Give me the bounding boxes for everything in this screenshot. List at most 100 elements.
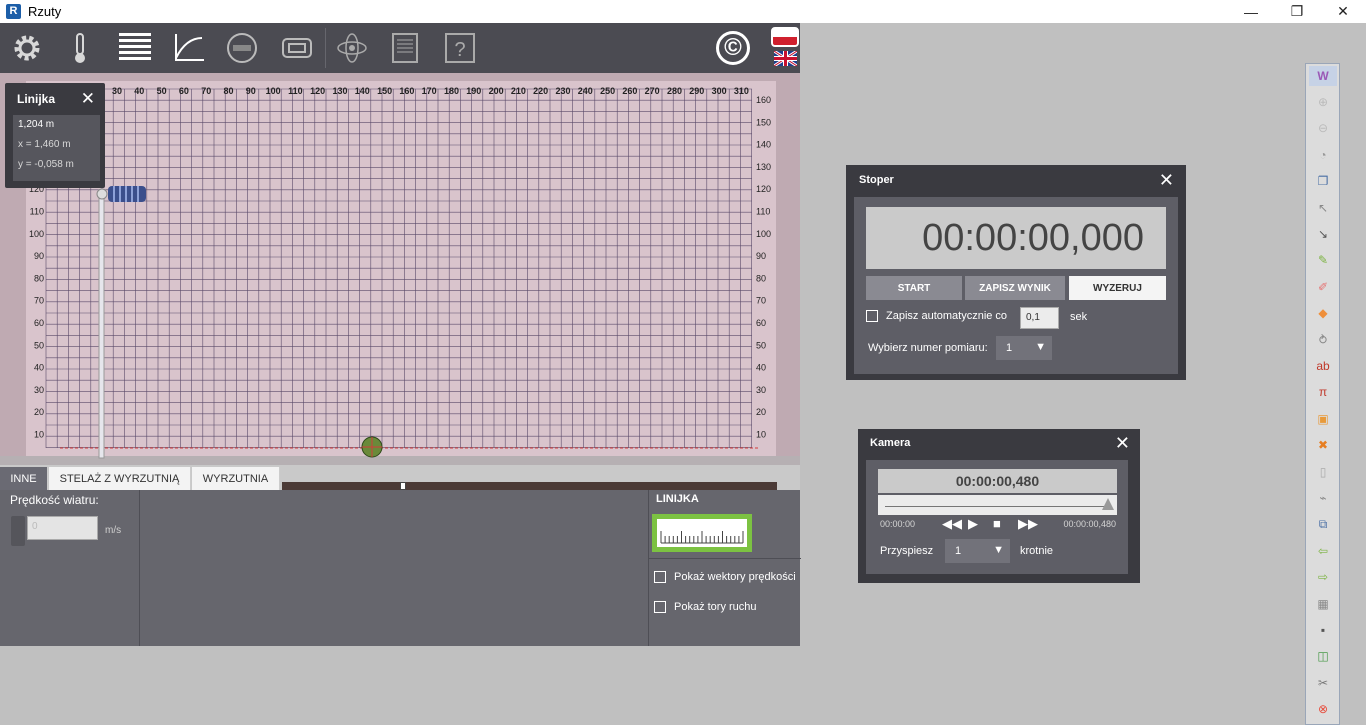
measurement-select[interactable]: 1 ▼ — [996, 336, 1052, 360]
zoom-out-icon[interactable]: ⊖ — [1314, 119, 1332, 137]
top-axis-label: 60 — [179, 86, 189, 96]
simulation-scene[interactable]: 30 40 50 60 70 80 90 100 110 120 130 140 150 160 170 18… — [0, 73, 800, 465]
close-window-button[interactable]: ✕ — [1320, 0, 1366, 23]
stop-icon[interactable]: ■ — [993, 516, 1001, 531]
table-icon[interactable] — [117, 30, 153, 66]
top-axis-label: 240 — [578, 86, 593, 96]
left-axis-label: 90 — [34, 251, 44, 261]
right-axis-label: 50 — [756, 340, 766, 350]
auto-save-checkbox[interactable] — [866, 310, 878, 322]
eraser-icon[interactable]: ✐ — [1314, 278, 1332, 296]
close-icon[interactable]: ⊗ — [1314, 700, 1332, 718]
wind-slider-handle[interactable] — [11, 516, 25, 546]
left-axis-label: 30 — [34, 385, 44, 395]
slider-knob[interactable] — [1102, 498, 1114, 510]
pointer-icon[interactable]: ↖ — [1314, 199, 1332, 217]
camera-title: Kamera — [870, 437, 911, 449]
resize-icon[interactable]: ↘ — [1314, 225, 1332, 243]
auto-save-interval-input[interactable]: 0,1 — [1020, 307, 1059, 329]
ruler-close-button[interactable]: ✕ — [81, 89, 95, 109]
auto-save-unit: sek — [1070, 311, 1088, 323]
auto-save-row[interactable]: Zapisz automatycznie co — [866, 310, 1007, 322]
show-paths-row[interactable]: Pokaż tory ruchu — [654, 601, 757, 613]
zoom-in-icon[interactable]: ⊕ — [1314, 93, 1332, 111]
window-title-bar: R Rzuty — ❐ ✕ — [0, 0, 1366, 23]
help-icon[interactable]: ? — [442, 30, 478, 66]
stopwatch-icon[interactable] — [224, 30, 260, 66]
main-toolbar: ? © — [0, 23, 800, 73]
tab-wyrzutnia[interactable]: WYRZUTNIA — [192, 467, 280, 490]
settings-icon[interactable]: ✂ — [1314, 674, 1332, 692]
duplicate-icon[interactable]: ⧉ — [1314, 515, 1332, 533]
ruler-length: 1,204 m — [18, 119, 55, 130]
dropper-icon[interactable]: ⌁ — [1314, 489, 1332, 507]
flag-pl-icon[interactable] — [771, 27, 799, 47]
chevron-down-icon: ▼ — [1035, 341, 1046, 353]
camera-timeline-slider[interactable] — [878, 495, 1117, 515]
toolbar-separator — [325, 28, 326, 68]
top-axis-label: 80 — [223, 86, 233, 96]
image-icon[interactable]: ▣ — [1314, 410, 1332, 428]
tab-inne[interactable]: INNE — [0, 467, 48, 490]
copy-icon[interactable]: ❐ — [1314, 172, 1332, 190]
flag-uk-icon[interactable] — [773, 49, 798, 68]
gear-icon[interactable] — [9, 30, 45, 66]
show-vectors-row[interactable]: Pokaż wektory prędkości — [654, 571, 796, 583]
top-axis-label: 300 — [712, 86, 727, 96]
reset-button[interactable]: WYZERUJ — [1069, 276, 1166, 300]
camera-icon[interactable] — [279, 30, 315, 66]
timeline-track[interactable] — [282, 482, 777, 490]
stopwatch-title: Stoper — [859, 174, 894, 186]
shapes-icon[interactable]: ◆ — [1314, 304, 1332, 322]
grid-icon[interactable]: ▦ — [1314, 595, 1332, 613]
stopwatch-close-button[interactable]: ✕ — [1159, 170, 1174, 191]
formula-icon[interactable]: π — [1314, 383, 1332, 401]
maximize-button[interactable]: ❐ — [1274, 0, 1320, 23]
top-axis-label: 160 — [399, 86, 414, 96]
undo-icon[interactable]: ⇦ — [1314, 542, 1332, 560]
delete-icon[interactable]: ✖ — [1314, 436, 1332, 454]
left-axis-label: 40 — [34, 363, 44, 373]
graph-icon[interactable] — [171, 30, 207, 66]
screenshot-icon[interactable]: ◫ — [1314, 647, 1332, 665]
pen-icon[interactable]: ✎ — [1314, 251, 1332, 269]
right-axis-label: 100 — [756, 229, 771, 239]
top-axis-label: 270 — [645, 86, 660, 96]
mouse-icon[interactable]: ◔ — [1314, 146, 1332, 164]
right-axis-label: 150 — [756, 117, 771, 127]
book-icon[interactable] — [387, 30, 423, 66]
play-icon[interactable]: ▶ — [968, 516, 978, 532]
show-vectors-checkbox[interactable] — [654, 571, 666, 583]
lasso-icon[interactable]: ⥁ — [1314, 331, 1332, 349]
annotation-toolbar: W ⊕ ⊖ ◔ ❐ ↖ ↘ ✎ ✐ ◆ ⥁ ab π ▣ ✖ ▯ ⌁ ⧉ ⇦ ⇨ ▦ ▪ ◫ ✂ ⊗ — [1305, 63, 1340, 725]
copyright-icon[interactable]: © — [716, 31, 750, 65]
text-icon[interactable]: ab — [1314, 357, 1332, 375]
top-axis-label: 110 — [288, 86, 303, 96]
atom-icon[interactable] — [334, 30, 370, 66]
redo-icon[interactable]: ⇨ — [1314, 568, 1332, 586]
minimize-button[interactable]: — — [1228, 0, 1274, 23]
measurement-select-value: 1 — [1006, 342, 1013, 354]
camera-time-display: 00:00:00,480 — [878, 469, 1117, 493]
wind-speed-input[interactable]: 0 — [27, 516, 98, 540]
right-axis-label: 120 — [756, 184, 771, 194]
tab-stelaz[interactable]: STELAŻ Z WYRZUTNIĄ — [49, 467, 191, 490]
thermometer-icon[interactable] — [62, 30, 98, 66]
speed-select[interactable]: 1 ▼ — [945, 539, 1010, 563]
start-button[interactable]: START — [866, 276, 962, 300]
save-icon[interactable]: ▪ — [1314, 621, 1332, 639]
linijka-label: LINIJKA — [656, 493, 699, 505]
camera-close-button[interactable]: ✕ — [1115, 433, 1130, 454]
timeline-marker[interactable] — [400, 482, 406, 490]
show-paths-checkbox[interactable] — [654, 601, 666, 613]
left-axis-label: 20 — [34, 407, 44, 417]
rewind-icon[interactable]: ◀◀ — [942, 516, 962, 532]
page-icon[interactable]: ▯ — [1314, 463, 1332, 481]
top-axis-label: 260 — [622, 86, 637, 96]
top-axis-label: 100 — [266, 86, 281, 96]
forward-icon[interactable]: ▶▶ — [1018, 516, 1038, 532]
save-result-button[interactable]: ZAPISZ WYNIK — [965, 276, 1065, 300]
right-axis-label: 30 — [756, 385, 766, 395]
left-axis-label: 60 — [34, 318, 44, 328]
ruler-tool-button[interactable] — [652, 514, 752, 552]
